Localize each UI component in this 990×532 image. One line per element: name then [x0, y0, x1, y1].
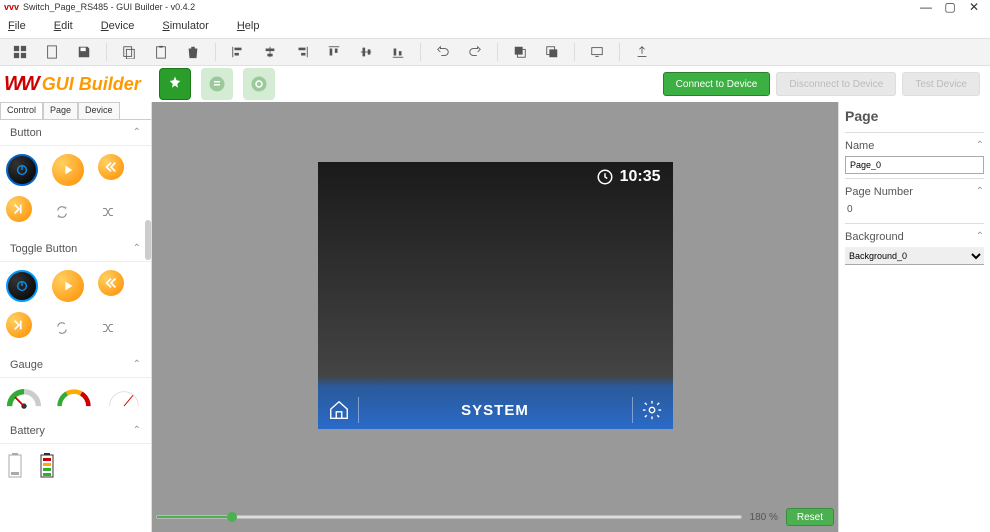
menu-edit[interactable]: Edit [54, 20, 73, 32]
screen-icon[interactable] [583, 40, 611, 64]
send-backward-icon[interactable] [538, 40, 566, 64]
props-title: Page [845, 106, 984, 128]
bring-forward-icon[interactable] [506, 40, 534, 64]
upload-icon[interactable] [628, 40, 656, 64]
maximize-button[interactable]: ▢ [938, 0, 962, 14]
device-preview[interactable]: 10:35 SYSTEM [318, 162, 673, 429]
background-select[interactable]: Background_0 [845, 247, 984, 265]
test-device-button[interactable]: Test Device [902, 72, 980, 96]
palette-shuffle-button[interactable] [92, 196, 124, 228]
gear-icon [641, 399, 663, 421]
redo-icon[interactable] [461, 40, 489, 64]
align-center-v-icon[interactable] [352, 40, 380, 64]
connect-device-button[interactable]: Connect to Device [663, 72, 771, 96]
delete-icon[interactable] [179, 40, 207, 64]
palette-next-button[interactable] [6, 196, 32, 222]
palette-battery-2[interactable] [38, 452, 56, 480]
clock-icon [596, 168, 614, 186]
prop-number-header[interactable]: Page Number⌃ [845, 178, 984, 200]
device-page-label: SYSTEM [367, 402, 624, 419]
section-toggle[interactable]: Toggle Button⌃ [0, 236, 151, 262]
menu-device[interactable]: Device [101, 20, 135, 32]
disconnect-device-button[interactable]: Disconnect to Device [776, 72, 896, 96]
palette-toggle-shuffle[interactable] [92, 312, 124, 344]
paste-icon[interactable] [147, 40, 175, 64]
device-clock: 10:35 [596, 168, 661, 186]
palette-toggle-play[interactable] [52, 270, 84, 302]
palette-toggle-rewind[interactable] [98, 270, 124, 296]
design-mode-button[interactable] [159, 68, 191, 100]
palette-repeat-button[interactable] [46, 196, 78, 228]
tab-device[interactable]: Device [78, 102, 120, 119]
zoom-slider[interactable] [156, 515, 742, 519]
section-button[interactable]: Button⌃ [0, 120, 151, 146]
settings-mode-button[interactable] [243, 68, 275, 100]
palette-power-button[interactable] [6, 154, 38, 186]
minimize-button[interactable]: — [914, 0, 938, 14]
new-file-icon[interactable] [38, 40, 66, 64]
grid-icon[interactable] [6, 40, 34, 64]
palette-rewind-button[interactable] [98, 154, 124, 180]
copy-icon[interactable] [115, 40, 143, 64]
prop-name-header[interactable]: Name⌃ [845, 132, 984, 154]
home-icon [328, 399, 350, 421]
brand-logo: WWGUI Builder [4, 73, 141, 96]
align-right-icon[interactable] [288, 40, 316, 64]
palette-gauge-2[interactable] [56, 386, 92, 410]
page-name-input[interactable] [845, 156, 984, 174]
palette-gauge-3[interactable] [106, 386, 142, 410]
align-center-h-icon[interactable] [256, 40, 284, 64]
tab-control[interactable]: Control [0, 102, 43, 119]
align-bottom-icon[interactable] [384, 40, 412, 64]
palette-gauge-1[interactable] [6, 386, 42, 410]
menu-simulator[interactable]: Simulator [162, 20, 208, 32]
zoom-reset-button[interactable]: Reset [786, 508, 834, 526]
list-mode-button[interactable] [201, 68, 233, 100]
palette-toggle-repeat[interactable] [46, 312, 78, 344]
undo-icon[interactable] [429, 40, 457, 64]
menu-help[interactable]: Help [237, 20, 260, 32]
palette-battery-1[interactable] [6, 452, 24, 480]
section-gauge[interactable]: Gauge⌃ [0, 352, 151, 378]
palette-toggle-next[interactable] [6, 312, 32, 338]
prop-background-header[interactable]: Background⌃ [845, 223, 984, 245]
menu-file[interactable]: File [8, 20, 26, 32]
align-top-icon[interactable] [320, 40, 348, 64]
scrollbar[interactable] [145, 220, 151, 260]
page-number-value: 0 [845, 200, 984, 219]
save-icon[interactable] [70, 40, 98, 64]
window-title: Switch_Page_RS485 - GUI Builder - v0.4.2 [23, 2, 914, 12]
section-battery[interactable]: Battery⌃ [0, 418, 151, 444]
palette-toggle-power[interactable] [6, 270, 38, 302]
app-logo-icon: vvv [4, 2, 19, 12]
zoom-value: 180 % [750, 512, 778, 523]
tab-page[interactable]: Page [43, 102, 78, 119]
align-left-icon[interactable] [224, 40, 252, 64]
close-button[interactable]: ✕ [962, 0, 986, 14]
palette-play-button[interactable] [52, 154, 84, 186]
